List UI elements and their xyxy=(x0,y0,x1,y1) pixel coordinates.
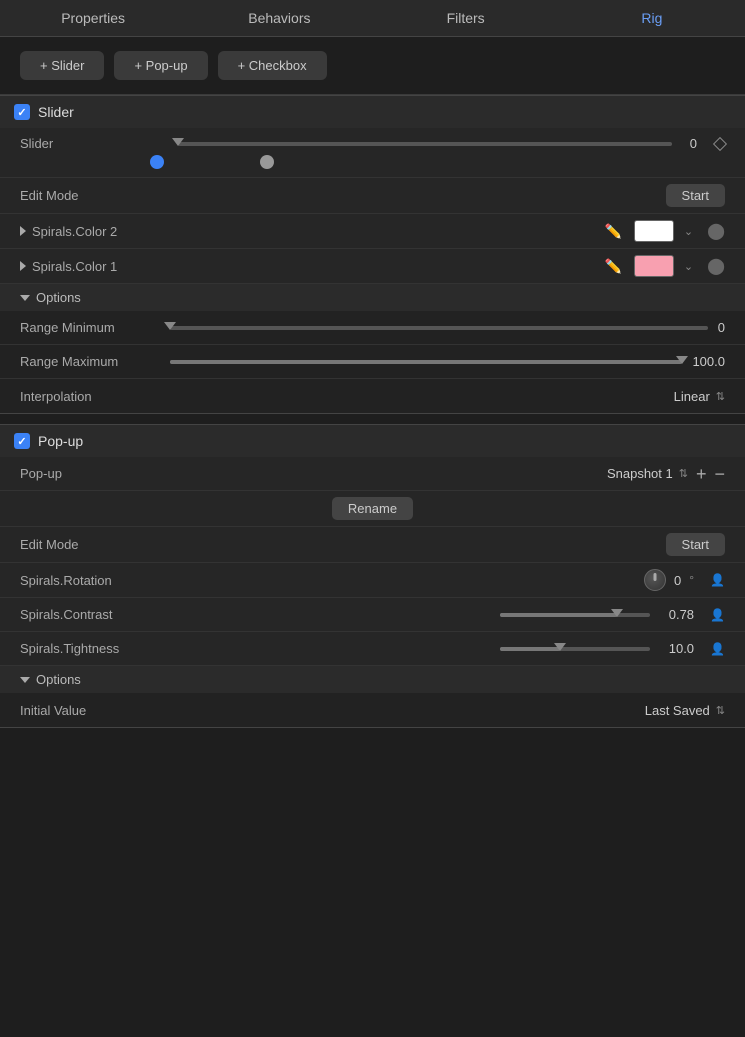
slider-track-top[interactable] xyxy=(178,142,672,146)
popup-options-label: Options xyxy=(36,672,81,687)
options-expand-icon xyxy=(20,295,30,301)
slider-label: Slider xyxy=(20,136,160,151)
rename-button[interactable]: Rename xyxy=(332,497,413,520)
edit-mode-row: Edit Mode Start xyxy=(0,178,745,214)
add-slider-button[interactable]: + Slider xyxy=(20,51,104,80)
color1-dropdown-arrow[interactable]: ⌄ xyxy=(684,260,693,273)
initial-value-row: Initial Value Last Saved ⇅ xyxy=(0,693,745,727)
contrast-track[interactable] xyxy=(500,613,650,617)
tightness-person-icon: 👤 xyxy=(710,642,725,656)
slider-section-title: Slider xyxy=(38,104,74,120)
spirals-rotation-value: 0 xyxy=(674,573,681,588)
color1-swatch[interactable] xyxy=(634,255,674,277)
popup-label: Pop-up xyxy=(20,466,160,481)
spirals-color2-row: Spirals.Color 2 ✏️ ⌄ ⬤ xyxy=(0,214,745,249)
popup-checkbox[interactable] xyxy=(14,433,30,449)
slider-value-row: Slider 0 xyxy=(0,128,745,178)
spirals-contrast-label: Spirals.Contrast xyxy=(20,607,170,622)
range-min-value: 0 xyxy=(718,320,725,335)
slider-options-label: Options xyxy=(36,290,81,305)
color2-swatch[interactable] xyxy=(634,220,674,242)
popup-section-header: Pop-up xyxy=(0,424,745,457)
slider-section-header: Slider xyxy=(0,95,745,128)
popup-options-expand-icon xyxy=(20,677,30,683)
spirals-tightness-row: Spirals.Tightness 10.0 👤 xyxy=(0,632,745,666)
tab-filters[interactable]: Filters xyxy=(373,0,559,36)
tab-rig[interactable]: Rig xyxy=(559,0,745,36)
initial-value-label: Initial Value xyxy=(20,703,160,718)
color1-person-icon: ⬤ xyxy=(707,256,725,276)
contrast-person-icon: 👤 xyxy=(710,608,725,622)
popup-section-content: Pop-up Snapshot 1 ⇅ + − Rename Edit Mode… xyxy=(0,457,745,728)
popup-add-button[interactable]: + xyxy=(694,465,709,483)
rotation-knob[interactable] xyxy=(644,569,666,591)
range-max-label: Range Maximum xyxy=(20,354,160,369)
slider-section-content: Slider 0 Edit Mode Start Spirals.Color 2… xyxy=(0,128,745,414)
tab-properties[interactable]: Properties xyxy=(0,0,186,36)
spirals-rotation-row: Spirals.Rotation 0 ° 👤 xyxy=(0,563,745,598)
spirals-contrast-value: 0.78 xyxy=(658,607,694,622)
popup-options-header[interactable]: Options xyxy=(0,666,745,693)
slider-value: 0 xyxy=(690,136,697,151)
tightness-track[interactable] xyxy=(500,647,650,651)
spirals-color2-label: Spirals.Color 2 xyxy=(32,224,117,239)
range-max-value: 100.0 xyxy=(692,354,725,369)
add-checkbox-button[interactable]: + Checkbox xyxy=(218,51,327,80)
initial-value-value: Last Saved xyxy=(645,703,710,718)
popup-edit-mode-start-button[interactable]: Start xyxy=(666,533,725,556)
spirals-rotation-label: Spirals.Rotation xyxy=(20,573,170,588)
slider-thumb-gray[interactable] xyxy=(260,155,274,169)
range-min-label: Range Minimum xyxy=(20,320,160,335)
spirals-tightness-value: 10.0 xyxy=(658,641,694,656)
tabs-bar: Properties Behaviors Filters Rig xyxy=(0,0,745,37)
color2-person-icon: ⬤ xyxy=(707,221,725,241)
popup-edit-mode-label: Edit Mode xyxy=(20,537,160,552)
add-buttons-row: + Slider + Pop-up + Checkbox xyxy=(0,37,745,94)
eyedropper-color1-icon[interactable]: ✏️ xyxy=(604,258,621,275)
diamond-icon xyxy=(713,136,727,150)
eyedropper-color2-icon[interactable]: ✏️ xyxy=(604,223,621,240)
popup-value-row: Pop-up Snapshot 1 ⇅ + − xyxy=(0,457,745,491)
interpolation-row: Interpolation Linear ⇅ xyxy=(0,379,745,413)
interpolation-stepper-icon[interactable]: ⇅ xyxy=(716,390,725,403)
spirals-tightness-label: Spirals.Tightness xyxy=(20,641,170,656)
range-min-track[interactable] xyxy=(170,326,708,330)
range-min-row: Range Minimum 0 xyxy=(0,311,745,345)
popup-edit-mode-row: Edit Mode Start xyxy=(0,527,745,563)
interpolation-value: Linear xyxy=(674,389,710,404)
slider-thumb-blue[interactable] xyxy=(150,155,164,169)
spirals-color1-row: Spirals.Color 1 ✏️ ⌄ ⬤ xyxy=(0,249,745,284)
edit-mode-start-button[interactable]: Start xyxy=(666,184,725,207)
degree-label: ° xyxy=(689,573,694,587)
popup-minus-icon[interactable]: − xyxy=(714,465,725,483)
slider-checkbox[interactable] xyxy=(14,104,30,120)
spirals-contrast-row: Spirals.Contrast 0.78 👤 xyxy=(0,598,745,632)
range-max-row: Range Maximum 100.0 xyxy=(0,345,745,379)
expand-color2-arrow[interactable] xyxy=(20,226,26,236)
rotation-person-icon: 👤 xyxy=(710,573,725,587)
popup-stepper-icon[interactable]: ⇅ xyxy=(679,467,688,480)
initial-value-stepper-icon[interactable]: ⇅ xyxy=(716,704,725,717)
range-max-track[interactable] xyxy=(170,360,682,364)
rename-row: Rename xyxy=(0,491,745,527)
add-popup-button[interactable]: + Pop-up xyxy=(114,51,207,80)
expand-color1-arrow[interactable] xyxy=(20,261,26,271)
interpolation-label: Interpolation xyxy=(20,389,160,404)
popup-snapshot-value: Snapshot 1 xyxy=(607,466,673,481)
color2-dropdown-arrow[interactable]: ⌄ xyxy=(684,225,693,238)
tab-behaviors[interactable]: Behaviors xyxy=(186,0,372,36)
slider-options-header[interactable]: Options xyxy=(0,284,745,311)
spirals-color1-label: Spirals.Color 1 xyxy=(32,259,117,274)
edit-mode-label: Edit Mode xyxy=(20,188,160,203)
popup-section-title: Pop-up xyxy=(38,433,83,449)
